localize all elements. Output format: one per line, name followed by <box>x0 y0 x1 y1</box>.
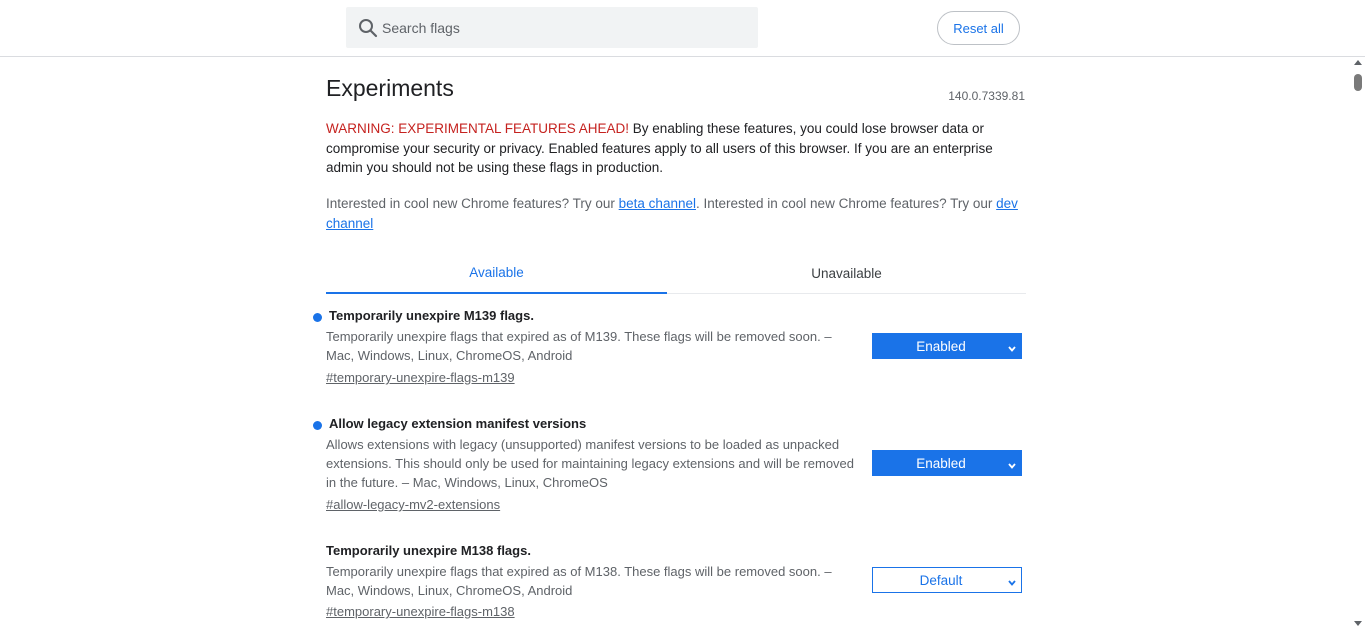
scroll-up-arrow-icon[interactable] <box>1354 60 1362 65</box>
search-box[interactable] <box>346 7 758 48</box>
warning-heading: WARNING: EXPERIMENTAL FEATURES AHEAD! <box>326 121 630 136</box>
flag-item: Temporarily unexpire M139 flags. Tempora… <box>313 308 1026 388</box>
page-title: Experiments <box>326 75 454 101</box>
tab-unavailable[interactable]: Unavailable <box>676 253 1017 293</box>
flag-state-select[interactable]: Enabled <box>872 450 1022 476</box>
flag-permalink[interactable]: #temporary-unexpire-flags-m139 <box>326 370 515 385</box>
channel-promo: Interested in cool new Chrome features? … <box>326 194 1026 233</box>
flag-name: Temporarily unexpire M138 flags. <box>326 543 531 558</box>
flag-permalink[interactable]: #temporary-unexpire-flags-m138 <box>326 604 515 619</box>
chevron-down-icon <box>1007 576 1017 586</box>
select-value: Enabled <box>916 456 966 471</box>
select-value: Enabled <box>916 339 966 354</box>
flag-description: Allows extensions with legacy (unsupport… <box>326 437 855 490</box>
modified-indicator <box>313 313 322 322</box>
tab-available[interactable]: Available <box>326 253 667 294</box>
tab-bar: Available Unavailable <box>326 253 1026 294</box>
chevron-down-icon <box>1007 342 1017 352</box>
flag-item: Allow legacy extension manifest versions… <box>313 416 1026 516</box>
version-label: 140.0.7339.81 <box>948 89 1025 103</box>
flag-state-select[interactable]: Enabled <box>872 333 1022 359</box>
flag-item: Temporarily unexpire M138 flags. Tempora… <box>326 543 1026 623</box>
flag-permalink[interactable]: #allow-legacy-mv2-extensions <box>326 497 500 512</box>
scrollbar-thumb[interactable] <box>1354 74 1362 91</box>
search-input[interactable] <box>382 7 752 48</box>
modified-indicator <box>313 421 322 430</box>
warning-message: WARNING: EXPERIMENTAL FEATURES AHEAD! By… <box>326 119 1026 178</box>
header-bar: Reset all <box>0 0 1365 57</box>
reset-all-button[interactable]: Reset all <box>937 11 1020 45</box>
flag-name: Temporarily unexpire M139 flags. <box>329 308 534 323</box>
flag-state-select[interactable]: Default <box>872 567 1022 593</box>
chevron-down-icon <box>1007 459 1017 469</box>
vertical-scrollbar[interactable] <box>1351 57 1365 630</box>
flag-name: Allow legacy extension manifest versions <box>329 416 587 431</box>
promo-text: Interested in cool new Chrome features? … <box>326 196 619 211</box>
flag-description: Temporarily unexpire flags that expired … <box>326 564 832 598</box>
scroll-down-arrow-icon[interactable] <box>1354 621 1362 626</box>
search-icon <box>358 18 378 38</box>
flag-description: Temporarily unexpire flags that expired … <box>326 329 832 363</box>
beta-channel-link[interactable]: beta channel <box>619 196 696 211</box>
select-value: Default <box>919 573 963 588</box>
promo-text: . Interested in cool new Chrome features… <box>695 196 997 211</box>
